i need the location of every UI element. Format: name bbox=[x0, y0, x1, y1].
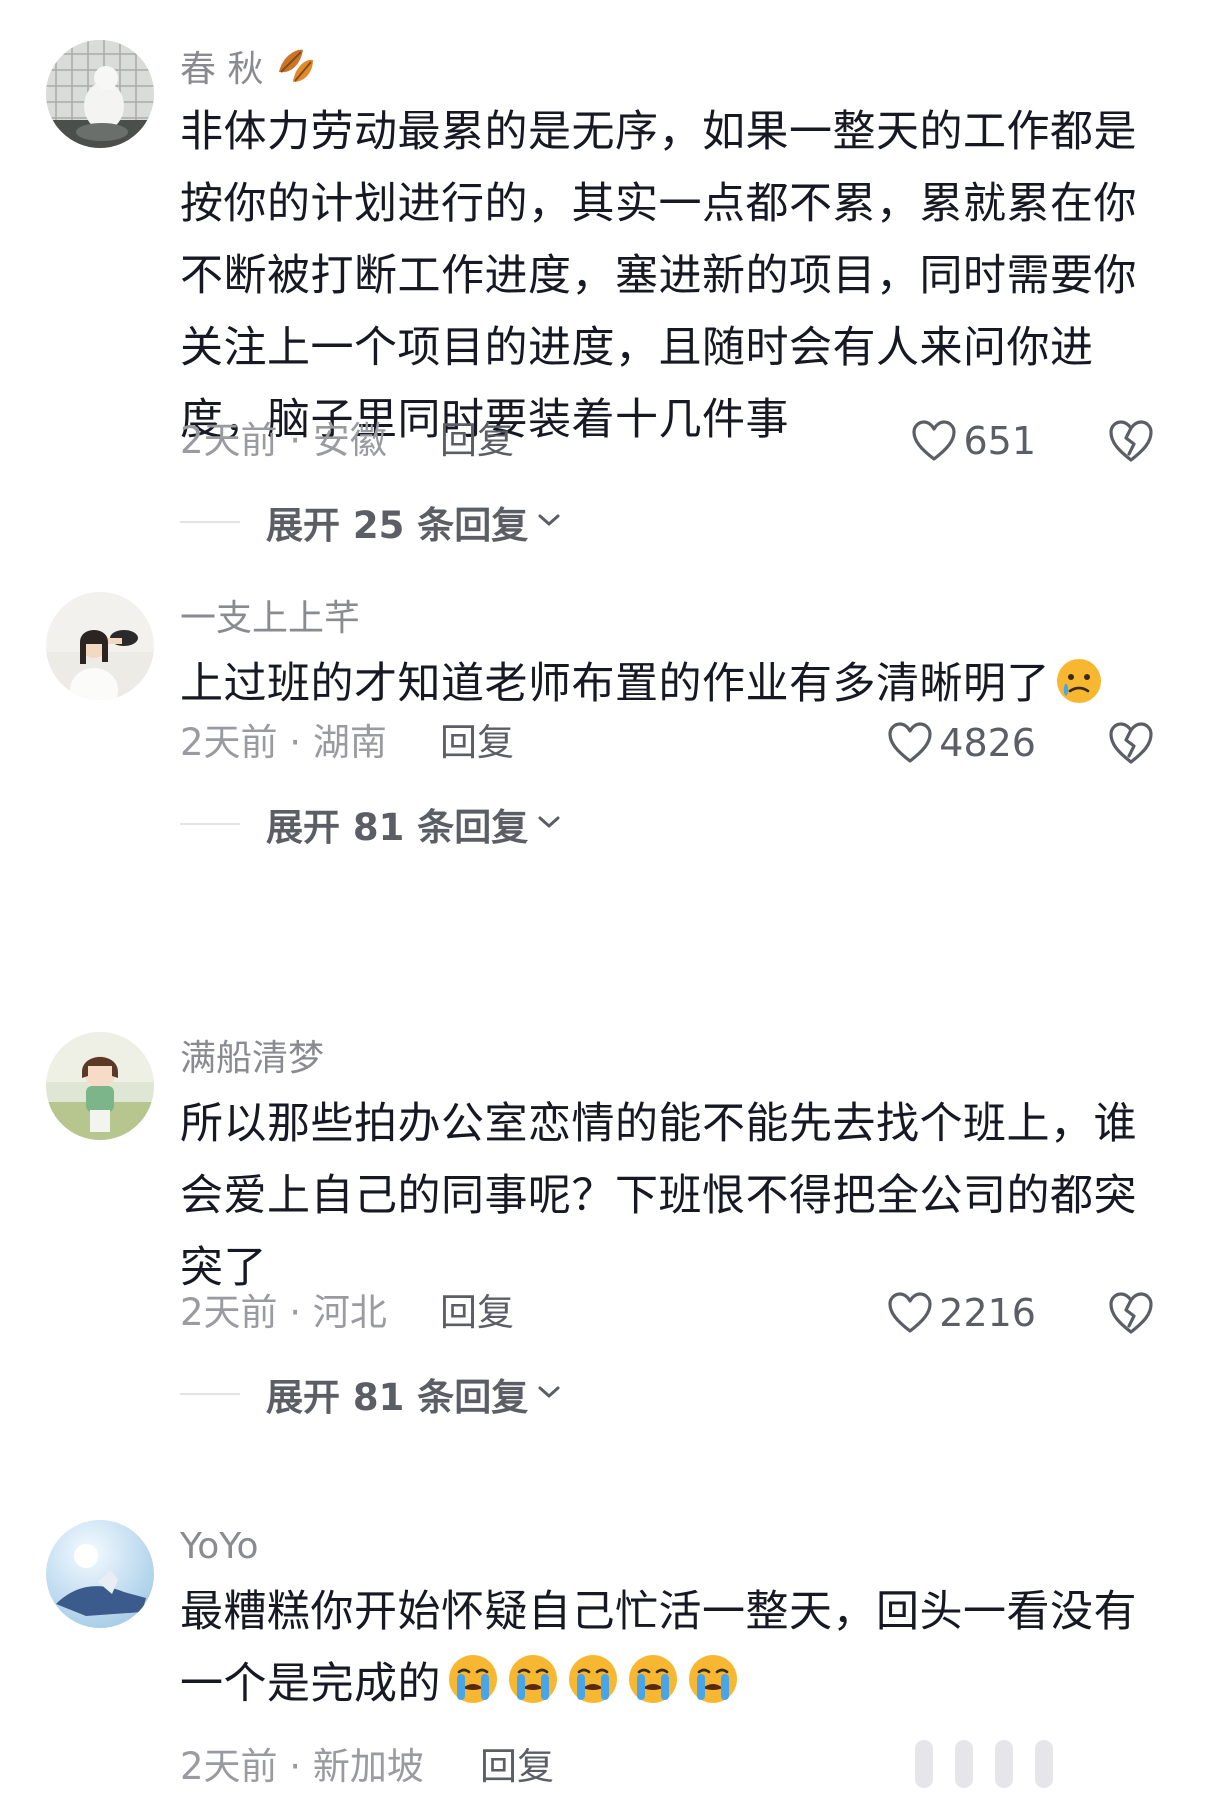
reply-button[interactable]: 回复 bbox=[440, 1288, 514, 1338]
fallen-leaf-icon bbox=[273, 42, 319, 100]
crying-face-icon bbox=[1054, 656, 1104, 728]
like-button[interactable]: 4826 bbox=[887, 718, 1036, 768]
loading-indicator bbox=[915, 1740, 1053, 1800]
heart-outline-icon bbox=[888, 1292, 932, 1333]
broken-heart-icon bbox=[1109, 1292, 1153, 1334]
loudly-crying-face-icon bbox=[445, 1652, 501, 1728]
like-button[interactable]: 651 bbox=[911, 416, 1036, 466]
divider bbox=[180, 823, 240, 825]
reply-button[interactable]: 回复 bbox=[480, 1742, 554, 1792]
loading-bar bbox=[1035, 1740, 1053, 1788]
heart-outline-icon bbox=[888, 722, 932, 763]
reply-button[interactable]: 回复 bbox=[440, 416, 514, 466]
comment-meta: 2天前 · 新加坡 bbox=[180, 1745, 424, 1788]
like-button[interactable]: 2216 bbox=[887, 1288, 1036, 1338]
comment-text: 上过班的才知道老师布置的作业有多清晰明了 bbox=[180, 648, 1150, 728]
dislike-button[interactable] bbox=[1106, 718, 1156, 768]
comments-page: 春 秋 非体力劳动最累的是无序，如果一整天的工作都是按你的计划进行的，其实一点都… bbox=[0, 0, 1206, 1812]
loading-bar bbox=[995, 1740, 1013, 1788]
loudly-crying-face-icon bbox=[505, 1652, 561, 1728]
comment-text: 非体力劳动最累的是无序，如果一整天的工作都是按你的计划进行的，其实一点都不累，累… bbox=[180, 107, 1137, 445]
reply-button[interactable]: 回复 bbox=[440, 718, 514, 768]
loading-bar bbox=[955, 1740, 973, 1788]
username[interactable]: 一支上上芊 bbox=[180, 594, 360, 644]
loudly-crying-face-icon bbox=[625, 1652, 681, 1728]
loudly-crying-face-icon bbox=[565, 1652, 621, 1728]
comment-text: 最糟糕你开始怀疑自己忙活一整天，回头一看没有一个是完成的 bbox=[180, 1576, 1150, 1728]
loading-bar bbox=[915, 1740, 933, 1788]
loudly-crying-face-icon bbox=[685, 1652, 741, 1728]
avatar[interactable] bbox=[46, 1032, 154, 1140]
username[interactable]: 满船清梦 bbox=[180, 1034, 324, 1084]
expand-replies-label: 展开 25 条回复 bbox=[266, 504, 529, 547]
like-count: 2216 bbox=[939, 1291, 1036, 1335]
expand-replies[interactable]: 展开 81 条回复 bbox=[180, 799, 562, 849]
username[interactable]: 春 秋 bbox=[180, 42, 319, 100]
avatar[interactable] bbox=[46, 40, 154, 148]
chevron-down-icon bbox=[536, 1382, 562, 1406]
divider bbox=[180, 1393, 240, 1395]
expand-replies[interactable]: 展开 25 条回复 bbox=[180, 497, 562, 547]
dislike-button[interactable] bbox=[1106, 1288, 1156, 1338]
avatar[interactable] bbox=[46, 592, 154, 700]
dislike-button[interactable] bbox=[1106, 416, 1156, 466]
expand-replies-label: 展开 81 条回复 bbox=[266, 1376, 529, 1419]
avatar[interactable] bbox=[46, 1520, 154, 1628]
like-count: 651 bbox=[963, 419, 1036, 463]
expand-replies[interactable]: 展开 81 条回复 bbox=[180, 1369, 562, 1419]
expand-replies-label: 展开 81 条回复 bbox=[266, 806, 529, 849]
heart-outline-icon bbox=[912, 420, 957, 461]
chevron-down-icon bbox=[536, 812, 562, 836]
like-count: 4826 bbox=[939, 721, 1036, 765]
broken-heart-icon bbox=[1109, 722, 1153, 764]
comment-meta: 2天前 · 安徽 bbox=[180, 419, 387, 462]
username[interactable]: YoYo bbox=[180, 1522, 258, 1572]
comment-text-content: 上过班的才知道老师布置的作业有多清晰明了 bbox=[180, 659, 1050, 709]
comment-text: 所以那些拍办公室恋情的能不能先去找个班上，谁会爱上自己的同事呢？下班恨不得把全公… bbox=[180, 1099, 1137, 1293]
broken-heart-icon bbox=[1109, 420, 1153, 462]
comment-meta: 2天前 · 湖南 bbox=[180, 721, 387, 764]
divider bbox=[180, 521, 240, 523]
chevron-down-icon bbox=[536, 510, 562, 534]
comment-meta: 2天前 · 河北 bbox=[180, 1291, 387, 1334]
